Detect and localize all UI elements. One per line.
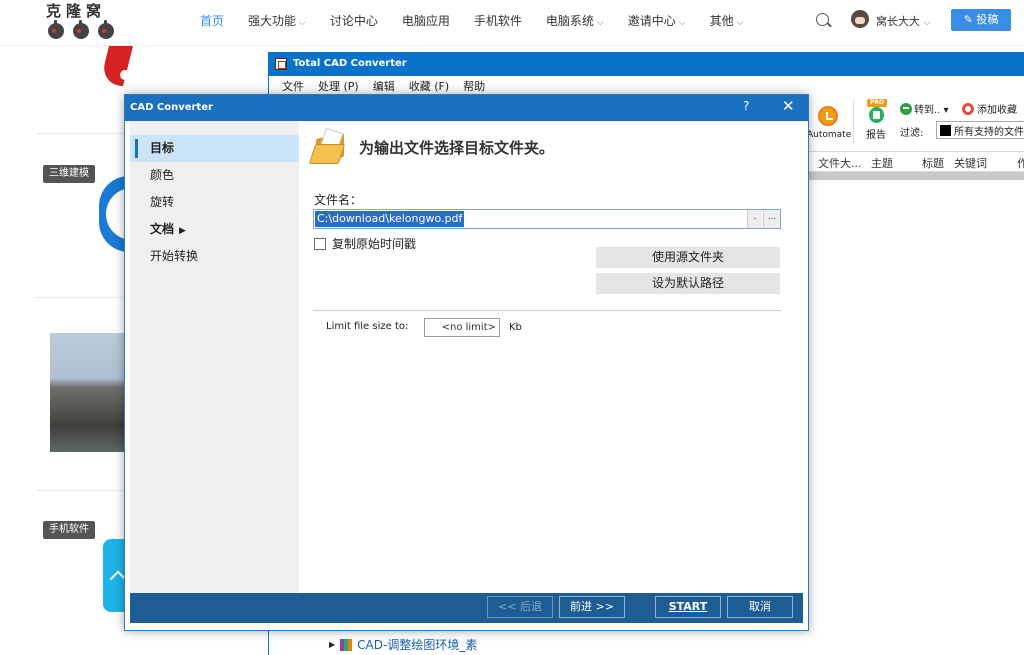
filter-select[interactable]: 所有支持的文件: [936, 121, 1024, 139]
wizard-step-start[interactable]: 开始转换: [130, 243, 299, 270]
file-list-area: [807, 172, 1024, 180]
archive-icon: [340, 638, 353, 651]
pro-badge: PRO: [867, 99, 887, 107]
close-button[interactable]: ✕: [782, 97, 795, 115]
logo-mark-icon: [46, 20, 126, 39]
report-icon: PRO: [867, 99, 887, 123]
toolbar-separator: [853, 100, 854, 144]
help-button[interactable]: ?: [743, 99, 749, 113]
set-default-path-button[interactable]: 设为默认路径: [596, 273, 780, 294]
filename-value: C:\download\kelongwo.pdf: [315, 211, 465, 227]
wizard-step-rotate[interactable]: 旋转: [130, 189, 299, 216]
filename-label: 文件名：: [314, 193, 363, 207]
menu-help[interactable]: 帮助: [463, 78, 485, 94]
logo-text: 克隆窝: [46, 2, 107, 20]
heart-icon: [962, 102, 974, 115]
nav-home[interactable]: 首页: [200, 12, 224, 29]
category-tag-modeling[interactable]: 三维建模: [43, 165, 95, 183]
chevron-down-icon: ⌵: [923, 18, 931, 28]
goto-button[interactable]: 转到.. ▾: [900, 101, 949, 116]
limit-size-unit: Kb: [509, 322, 522, 333]
wizard-footer: << 后退 前进 >> START 取消: [130, 593, 803, 623]
copy-timestamp-checkbox[interactable]: 复制原始时间戳: [314, 235, 416, 252]
chevron-down-icon: ⌵: [596, 17, 604, 28]
nav-systems[interactable]: 电脑系统 ⌵: [546, 12, 604, 29]
browse-button[interactable]: ...: [763, 210, 780, 228]
divider: [36, 133, 126, 134]
nav-mobile[interactable]: 手机软件: [474, 12, 522, 29]
site-header: 克隆窝 首页 强大功能 ⌵ 讨论中心 电脑应用 手机软件 电脑系统 ⌵ 邀请中心 ⌵ …: [0, 0, 1024, 46]
divider: [36, 490, 126, 491]
folder-tree-item[interactable]: ▶ CAD-调整绘图环境_素: [329, 636, 477, 653]
col-file-size[interactable]: 文件大...: [818, 155, 862, 171]
col-keywords[interactable]: 关键词: [954, 155, 987, 171]
start-button[interactable]: START: [655, 596, 721, 618]
expand-arrow-icon: ▶: [329, 640, 336, 649]
filter-icon: [940, 124, 951, 136]
category-tag-mobile[interactable]: 手机软件: [43, 521, 95, 539]
tcc-menubar: 文件 处理 (P) 编辑 收藏 (F) 帮助: [269, 76, 1024, 96]
wizard-nav-panel: 目标 颜色 旋转 文档 ▶ 开始转换: [130, 121, 299, 593]
nav-other[interactable]: 其他 ⌵: [710, 12, 744, 29]
clock-check-icon: [818, 106, 838, 126]
chevron-down-icon: ⌵: [678, 17, 686, 28]
col-author[interactable]: 作: [1017, 155, 1024, 171]
use-source-folder-button[interactable]: 使用源文件夹: [596, 247, 780, 268]
cad-converter-dialog: CAD Converter ? ✕ 目标 颜色 旋转 文档 ▶ 开始转换 为输出文…: [124, 94, 809, 631]
avatar[interactable]: [851, 10, 869, 28]
user-menu[interactable]: 窝长大大 ⌵: [876, 13, 930, 29]
filename-input[interactable]: C:\download\kelongwo.pdf . ...: [313, 209, 781, 229]
next-button[interactable]: 前进 >>: [559, 596, 625, 618]
wizard-step-target[interactable]: 目标: [130, 135, 299, 162]
add-favorite-button[interactable]: 添加收藏: [962, 101, 1017, 116]
article-thumbnail[interactable]: [50, 333, 128, 452]
site-logo[interactable]: 克隆窝: [46, 2, 126, 42]
wizard-content: 为输出文件选择目标文件夹。 文件名： C:\download\kelongwo.…: [299, 121, 808, 593]
file-list-header: 文件大... 主题 标题 关键词 作: [807, 152, 1024, 172]
open-folder-icon: [308, 127, 350, 166]
divider: [36, 297, 126, 298]
menu-file[interactable]: 文件: [282, 78, 304, 94]
wizard-step-color[interactable]: 颜色: [130, 162, 299, 189]
chevron-down-icon: ⌵: [299, 17, 306, 28]
tcc-toolbar: Automate PRO 报告 转到.. ▾ 添加收藏 过滤: 所有支持的文件: [807, 96, 1024, 152]
filter-label: 过滤:: [900, 128, 924, 139]
col-title[interactable]: 标题: [922, 155, 944, 171]
menu-process[interactable]: 处理 (P): [318, 78, 359, 94]
back-button[interactable]: << 后退: [487, 596, 553, 618]
arrow-right-icon: [900, 102, 912, 115]
limit-size-input[interactable]: <no limit>: [424, 318, 500, 337]
tcc-title: Total CAD Converter: [293, 58, 407, 69]
app-logo-red-icon[interactable]: [104, 46, 130, 88]
wizard-step-document[interactable]: 文档 ▶: [130, 216, 299, 243]
report-button[interactable]: PRO 报告: [862, 99, 890, 141]
menu-favorites[interactable]: 收藏 (F): [409, 78, 449, 94]
tcc-titlebar[interactable]: Total CAD Converter: [269, 52, 1024, 76]
cancel-button[interactable]: 取消: [727, 596, 793, 618]
nav-invite[interactable]: 邀请中心 ⌵: [628, 12, 686, 29]
menu-edit[interactable]: 编辑: [373, 78, 395, 94]
dialog-title: CAD Converter: [130, 102, 213, 113]
search-icon[interactable]: [816, 13, 829, 26]
nav-discussion[interactable]: 讨论中心: [330, 12, 378, 29]
section-divider: [313, 310, 781, 311]
checkbox-icon: [314, 237, 326, 250]
post-button[interactable]: ✎ 投稿: [951, 9, 1011, 31]
nav-pc-apps[interactable]: 电脑应用: [402, 12, 450, 29]
nav-features[interactable]: 强大功能 ⌵: [248, 12, 306, 29]
triangle-right-icon: ▶: [179, 226, 186, 236]
app-icon: [275, 58, 287, 70]
automate-button[interactable]: Automate: [807, 106, 851, 140]
chevron-down-icon: ⌵: [736, 17, 744, 28]
col-subject[interactable]: 主题: [871, 155, 893, 171]
main-nav: 首页 强大功能 ⌵ 讨论中心 电脑应用 手机软件 电脑系统 ⌵ 邀请中心 ⌵ 其他 ⌵: [200, 0, 767, 40]
limit-size-label: Limit file size to:: [326, 321, 409, 332]
step-heading: 为输出文件选择目标文件夹。: [359, 139, 555, 157]
filename-dot-button[interactable]: .: [747, 210, 762, 228]
dialog-titlebar[interactable]: CAD Converter ? ✕: [125, 95, 808, 121]
